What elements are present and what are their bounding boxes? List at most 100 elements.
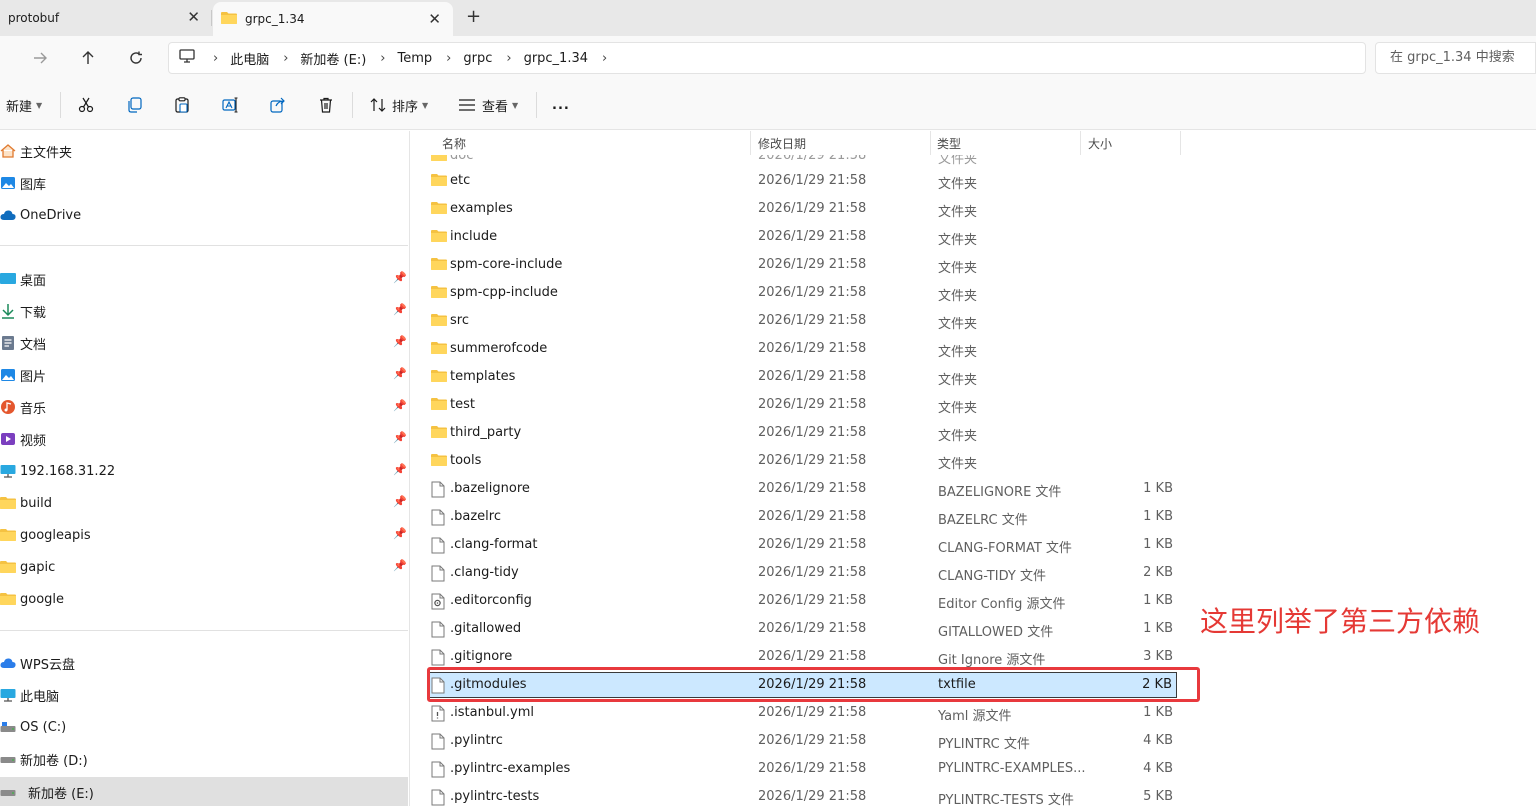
file-name: .pylintrc bbox=[450, 733, 503, 748]
pin-icon[interactable]: 📌 bbox=[393, 559, 407, 572]
pin-icon[interactable]: 📌 bbox=[393, 463, 407, 476]
refresh-icon[interactable] bbox=[124, 46, 148, 70]
column-divider[interactable] bbox=[750, 131, 751, 155]
sidebar-item-googleapis[interactable]: googleapis 📌 bbox=[0, 522, 408, 548]
file-row[interactable]: .bazelrc 2026/1/29 21:58 BAZELRC 文件 1 KB bbox=[427, 504, 1179, 530]
sidebar-divider bbox=[0, 630, 408, 631]
sidebar-item-google[interactable]: google bbox=[0, 586, 408, 612]
file-name: .bazelrc bbox=[450, 509, 501, 524]
file-row[interactable]: summerofcode 2026/1/29 21:58 文件夹 bbox=[427, 336, 1179, 362]
column-divider[interactable] bbox=[1180, 131, 1181, 155]
file-row[interactable]: examples 2026/1/29 21:58 文件夹 bbox=[427, 196, 1179, 222]
file-name: include bbox=[450, 229, 498, 244]
file-row[interactable]: doc 2026/1/29 21:58 文件夹 bbox=[427, 155, 1179, 167]
sidebar-item-drive-d[interactable]: 新加卷 (D:) bbox=[0, 746, 408, 772]
column-size[interactable]: 大小 bbox=[1088, 135, 1112, 152]
file-row[interactable]: templates 2026/1/29 21:58 文件夹 bbox=[427, 364, 1179, 390]
breadcrumb-item[interactable]: grpc bbox=[463, 51, 492, 66]
pin-icon[interactable]: 📌 bbox=[393, 303, 407, 316]
breadcrumb-item[interactable]: grpc_1.34 bbox=[524, 51, 588, 66]
file-row[interactable]: third_party 2026/1/29 21:58 文件夹 bbox=[427, 420, 1179, 446]
column-name[interactable]: 名称 bbox=[442, 135, 466, 152]
close-icon[interactable]: ✕ bbox=[428, 11, 441, 27]
share-icon[interactable] bbox=[270, 92, 286, 118]
new-tab-button[interactable]: + bbox=[466, 8, 481, 26]
pin-icon[interactable]: 📌 bbox=[393, 431, 407, 444]
sidebar-item-drive-e[interactable]: 新加卷 (E:) bbox=[0, 777, 408, 806]
file-row[interactable]: src 2026/1/29 21:58 文件夹 bbox=[427, 308, 1179, 334]
new-button[interactable]: 新建 ▼ bbox=[6, 92, 42, 118]
chevron-right-icon[interactable]: › bbox=[602, 51, 607, 66]
chevron-right-icon[interactable]: › bbox=[380, 51, 385, 66]
sidebar-item-build[interactable]: build 📌 bbox=[0, 490, 408, 516]
file-row[interactable]: .clang-tidy 2026/1/29 21:58 CLANG-TIDY 文… bbox=[427, 560, 1179, 586]
column-divider[interactable] bbox=[1080, 131, 1081, 155]
breadcrumb-item[interactable]: Temp bbox=[398, 51, 433, 66]
paste-icon[interactable] bbox=[174, 92, 190, 118]
search-input[interactable]: 在 grpc_1.34 中搜索 bbox=[1375, 42, 1536, 74]
chevron-right-icon[interactable]: › bbox=[213, 51, 218, 66]
file-row[interactable]: etc 2026/1/29 21:58 文件夹 bbox=[427, 168, 1179, 194]
file-row[interactable]: .clang-format 2026/1/29 21:58 CLANG-FORM… bbox=[427, 532, 1179, 558]
file-row[interactable]: .pylintrc 2026/1/29 21:58 PYLINTRC 文件 4 … bbox=[427, 728, 1179, 754]
file-row[interactable]: spm-cpp-include 2026/1/29 21:58 文件夹 bbox=[427, 280, 1179, 306]
file-type: 文件夹 bbox=[938, 177, 978, 192]
sidebar-item-onedrive[interactable]: OneDrive bbox=[0, 202, 408, 228]
sort-button[interactable]: 排序 ▼ bbox=[370, 92, 428, 118]
column-type[interactable]: 类型 bbox=[937, 135, 961, 152]
pin-icon[interactable]: 📌 bbox=[393, 399, 407, 412]
file-row[interactable]: test 2026/1/29 21:58 文件夹 bbox=[427, 392, 1179, 418]
rename-icon[interactable] bbox=[222, 92, 238, 118]
file-row[interactable]: spm-core-include 2026/1/29 21:58 文件夹 bbox=[427, 252, 1179, 278]
sidebar-item-network[interactable]: 192.168.31.22 📌 bbox=[0, 458, 408, 484]
delete-icon[interactable] bbox=[318, 92, 334, 118]
tab-protobuf[interactable]: protobuf ✕ bbox=[0, 0, 212, 36]
yaml-file-icon bbox=[431, 705, 447, 722]
sidebar-item-home[interactable]: 主文件夹 bbox=[0, 138, 408, 164]
pin-icon[interactable]: 📌 bbox=[393, 527, 407, 540]
sidebar-item-music[interactable]: 音乐 📌 bbox=[0, 394, 408, 420]
sidebar-item-downloads[interactable]: 下载 📌 bbox=[0, 298, 408, 324]
file-row[interactable]: .istanbul.yml 2026/1/29 21:58 Yaml 源文件 1… bbox=[427, 700, 1179, 726]
file-type: BAZELIGNORE 文件 bbox=[938, 485, 1062, 500]
close-icon[interactable]: ✕ bbox=[187, 9, 200, 25]
wps-cloud-icon bbox=[0, 655, 16, 671]
file-date: 2026/1/29 21:58 bbox=[758, 229, 867, 244]
view-button[interactable]: 查看 ▼ bbox=[458, 92, 518, 118]
more-options-icon[interactable]: ... bbox=[552, 92, 570, 118]
sidebar-item-this-pc[interactable]: 此电脑 bbox=[0, 682, 408, 708]
tab-grpc[interactable]: grpc_1.34 ✕ bbox=[213, 2, 453, 36]
sidebar-item-wps-cloud[interactable]: WPS云盘 bbox=[0, 650, 408, 676]
column-date[interactable]: 修改日期 bbox=[758, 135, 806, 152]
sidebar-item-desktop[interactable]: 桌面 📌 bbox=[0, 266, 408, 292]
file-row[interactable]: .editorconfig 2026/1/29 21:58 Editor Con… bbox=[427, 588, 1179, 614]
file-row[interactable]: tools 2026/1/29 21:58 文件夹 bbox=[427, 448, 1179, 474]
sidebar-item-gapic[interactable]: gapic 📌 bbox=[0, 554, 408, 580]
file-row[interactable]: .pylintrc-tests 2026/1/29 21:58 PYLINTRC… bbox=[427, 784, 1179, 806]
file-row[interactable]: .gitallowed 2026/1/29 21:58 GITALLOWED 文… bbox=[427, 616, 1179, 642]
chevron-right-icon[interactable]: › bbox=[446, 51, 451, 66]
cut-icon[interactable] bbox=[78, 92, 94, 118]
column-divider[interactable] bbox=[930, 131, 931, 155]
pin-icon[interactable]: 📌 bbox=[393, 271, 407, 284]
pin-icon[interactable]: 📌 bbox=[393, 495, 407, 508]
file-row[interactable]: .pylintrc-examples 2026/1/29 21:58 PYLIN… bbox=[427, 756, 1179, 782]
sidebar-item-documents[interactable]: 文档 📌 bbox=[0, 330, 408, 356]
breadcrumb-item[interactable]: 此电脑 bbox=[230, 49, 269, 68]
pin-icon[interactable]: 📌 bbox=[393, 335, 407, 348]
chevron-right-icon[interactable]: › bbox=[283, 51, 288, 66]
pin-icon[interactable]: 📌 bbox=[393, 367, 407, 380]
sidebar-item-drive-c[interactable]: OS (C:) bbox=[0, 714, 408, 740]
breadcrumb-item[interactable]: 新加卷 (E:) bbox=[300, 49, 366, 68]
chevron-right-icon[interactable]: › bbox=[506, 51, 511, 66]
copy-icon[interactable] bbox=[126, 92, 142, 118]
address-bar[interactable]: › 此电脑 › 新加卷 (E:) › Temp › grpc › grpc_1.… bbox=[168, 42, 1366, 74]
arrow-right-icon[interactable] bbox=[28, 46, 52, 70]
sidebar-item-videos[interactable]: 视频 📌 bbox=[0, 426, 408, 452]
file-row[interactable]: include 2026/1/29 21:58 文件夹 bbox=[427, 224, 1179, 250]
folder-icon bbox=[0, 559, 16, 575]
file-row[interactable]: .bazelignore 2026/1/29 21:58 BAZELIGNORE… bbox=[427, 476, 1179, 502]
sidebar-item-pictures[interactable]: 图片 📌 bbox=[0, 362, 408, 388]
sidebar-item-gallery[interactable]: 图库 bbox=[0, 170, 408, 196]
arrow-up-icon[interactable] bbox=[76, 46, 100, 70]
